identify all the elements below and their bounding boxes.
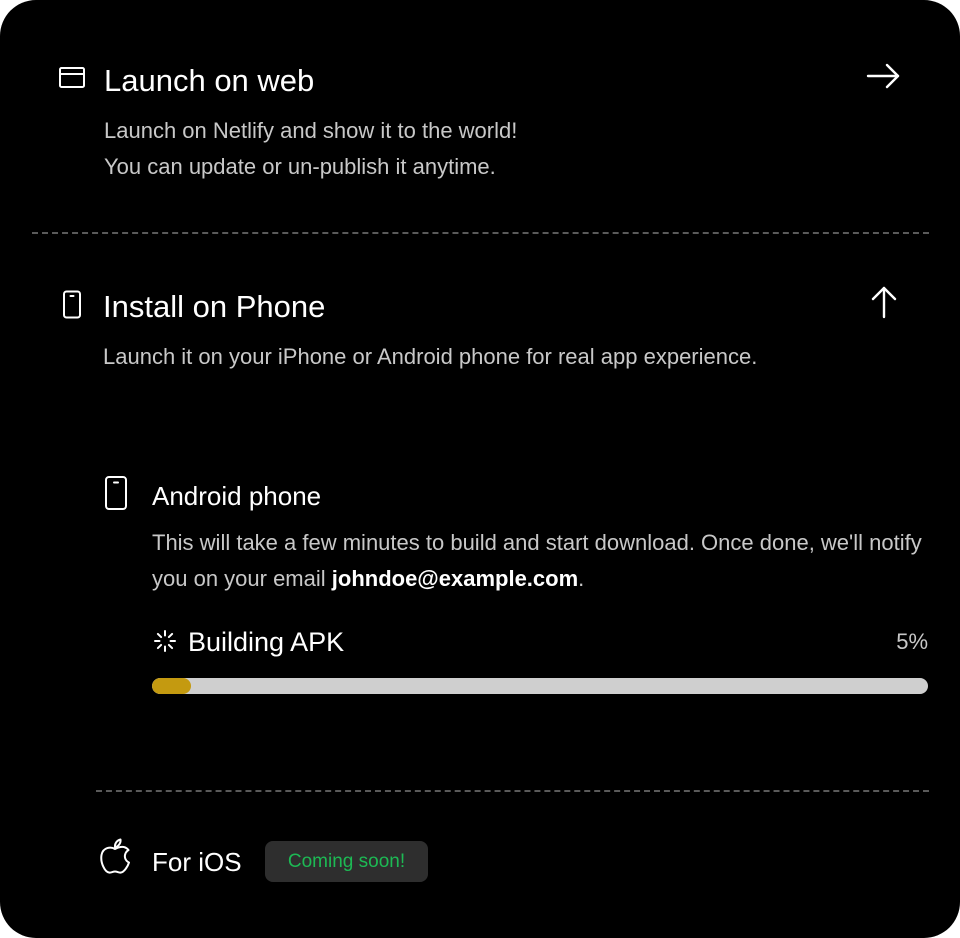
arrow-right-icon[interactable]: [866, 62, 902, 92]
coming-soon-badge: Coming soon!: [265, 841, 428, 882]
install-phone-title: Install on Phone: [103, 289, 326, 324]
launch-web-desc-line2: You can update or un-publish it anytime.: [104, 154, 496, 179]
android-title: Android phone: [152, 481, 322, 511]
launch-web-section[interactable]: Launch on web Launch on Netlify and show…: [0, 0, 960, 220]
launch-web-desc-line1: Launch on Netlify and show it to the wor…: [104, 118, 518, 143]
spinner-icon: [154, 630, 176, 652]
browser-window-icon: [59, 67, 85, 88]
install-phone-section[interactable]: Install on Phone Launch it on your iPhon…: [0, 260, 960, 430]
section-divider: [32, 232, 929, 234]
ios-title: For iOS: [152, 847, 242, 877]
android-desc-end: .: [578, 566, 585, 591]
phone-icon: [63, 290, 81, 319]
build-progress-fill: [152, 678, 191, 694]
launch-web-title: Launch on web: [104, 63, 315, 98]
user-email: johndoe@example.com: [331, 566, 579, 591]
ios-divider: [96, 790, 929, 792]
build-percent: 5%: [896, 629, 928, 654]
install-phone-desc: Launch it on your iPhone or Android phon…: [103, 344, 758, 369]
android-desc: This will take a few minutes to build an…: [152, 525, 942, 597]
arrow-up-icon[interactable]: [869, 284, 899, 320]
build-progress-bar: [152, 678, 928, 694]
build-status: Building APK: [188, 627, 345, 657]
android-option[interactable]: Android phone This will take a few minut…: [96, 470, 936, 710]
phone-icon: [105, 476, 127, 510]
publish-card: Launch on web Launch on Netlify and show…: [0, 0, 960, 938]
apple-icon: [100, 838, 130, 874]
